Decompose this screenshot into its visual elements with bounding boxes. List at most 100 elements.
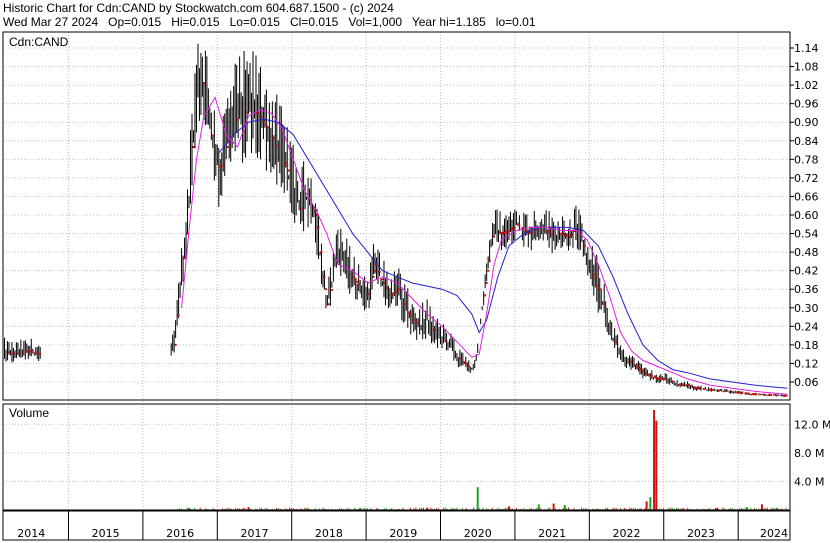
close-dot [485, 282, 488, 285]
close-dot [775, 394, 778, 397]
close-dot [723, 390, 726, 393]
close-dot [594, 277, 597, 280]
close-dot [695, 387, 698, 390]
stock-chart: 1.14 1.08 1.02 0.96 0.90 0.84 0.78 0.72 0.66 0.60… [2, 31, 830, 541]
close-dot [702, 387, 705, 390]
price-tick-label: 0.78 [794, 153, 819, 166]
volume-tick-label: 12.0 M [794, 418, 830, 431]
close-dot [301, 207, 304, 210]
year-label: 2021 [538, 527, 566, 540]
close-dot [711, 388, 714, 391]
close-dot [211, 134, 214, 137]
close-dot [458, 357, 461, 360]
close-dot [641, 370, 644, 373]
close-dot [731, 390, 734, 393]
volume-pane-title: Volume [9, 406, 49, 420]
price-tick-label: 0.06 [794, 376, 819, 389]
price-tick-label: 0.96 [794, 98, 819, 111]
close-dot [566, 234, 569, 237]
close-dot [381, 278, 384, 281]
close-dot [445, 340, 448, 343]
close-dot [25, 350, 28, 353]
price-tick-label: 0.18 [794, 339, 819, 352]
price-tick-label: 0.12 [794, 357, 819, 370]
year-label: 2019 [389, 527, 417, 540]
close-dot [219, 165, 222, 168]
price-tick-label: 1.02 [794, 79, 819, 92]
close-dot [320, 251, 323, 254]
close-dot [39, 352, 42, 355]
close-dot [518, 224, 521, 227]
close-dot [769, 393, 772, 396]
close-dot [634, 364, 637, 367]
close-dot [592, 273, 595, 276]
close-dot [735, 391, 738, 394]
close-dot [568, 235, 571, 238]
close-dot [390, 294, 393, 297]
close-dot [202, 82, 205, 85]
close-dot [353, 275, 356, 278]
close-dot [18, 352, 21, 355]
close-dot [512, 226, 515, 229]
close-dot [638, 368, 641, 371]
close-dot [287, 169, 290, 172]
close-dot [366, 293, 369, 296]
close-dot [679, 383, 682, 386]
volume-tick-label: 8.0 M [794, 447, 824, 460]
close-dot [382, 282, 385, 285]
volume-bars [173, 410, 787, 510]
year-label: 2020 [464, 527, 492, 540]
close-dot [740, 391, 743, 394]
close-dot [615, 340, 618, 343]
close-dot [682, 384, 685, 387]
close-dot [256, 111, 259, 114]
price-bars [2, 43, 788, 397]
close-dot [409, 314, 412, 317]
close-dot [530, 231, 533, 234]
close-dot [378, 270, 381, 273]
close-dot [259, 115, 262, 118]
volume-grid [3, 423, 790, 482]
close-dot [747, 392, 750, 395]
close-dot [717, 389, 720, 392]
close-dot [34, 351, 37, 354]
close-dot [484, 294, 487, 297]
close-dot [323, 275, 326, 278]
year-label: 2014 [17, 527, 45, 540]
close-dot [374, 269, 377, 272]
year-axis-labels: 2014 2015 2016 2017 2018 2019 2020 2021 2022 2023… [17, 527, 788, 540]
close-dot [222, 164, 225, 167]
close-dot [246, 111, 249, 114]
price-tick-label: 1.08 [794, 61, 819, 74]
close-dot [31, 350, 34, 353]
close-dot [698, 387, 701, 390]
close-dot [265, 123, 268, 126]
price-tick-label: 0.48 [794, 246, 819, 259]
close-dot [493, 235, 496, 238]
close-dot [385, 286, 388, 289]
close-dot [755, 393, 758, 396]
close-dot [357, 283, 360, 286]
price-tick-label: 0.90 [794, 116, 819, 129]
close-dot [192, 145, 195, 148]
close-dot [570, 233, 573, 236]
close-dot [284, 162, 287, 165]
close-dots [7, 82, 787, 397]
pane-frames [2, 31, 791, 541]
price-tick-label: 0.54 [794, 228, 819, 241]
close-dot [403, 303, 406, 306]
price-axis-labels: 1.14 1.08 1.02 0.96 0.90 0.84 0.78 0.72 0.66 0.60… [790, 42, 819, 389]
close-dot [317, 226, 320, 229]
close-dot [174, 343, 177, 346]
close-dot [708, 388, 711, 391]
close-dot [394, 290, 397, 293]
close-dot [650, 374, 653, 377]
close-dot [7, 351, 10, 354]
close-dot [467, 364, 470, 367]
close-dot [662, 377, 665, 380]
year-label: 2023 [687, 527, 715, 540]
close-dot [412, 319, 415, 322]
close-dot [647, 373, 650, 376]
close-dot [487, 269, 490, 272]
close-dot [488, 259, 491, 262]
